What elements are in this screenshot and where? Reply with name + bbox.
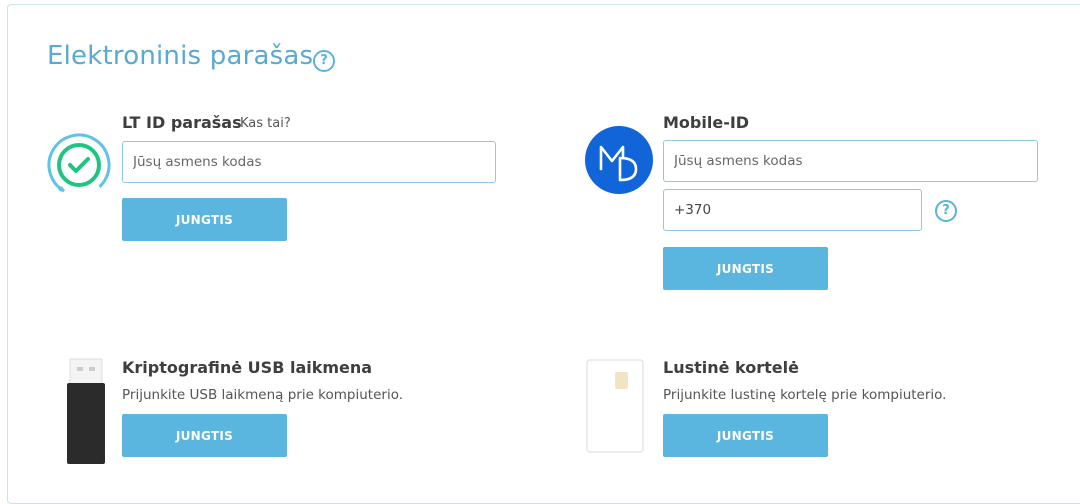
smart-card-icon [586,359,644,453]
what-is-it-link[interactable]: Kas tai? [240,116,291,131]
page-title: Elektroninis parašas [47,41,314,71]
ltid-heading: LT ID parašas [122,113,242,132]
usb-connect-button[interactable]: JUNGTIS [122,414,287,457]
usb-heading: Kriptografinė USB laikmena [122,358,373,377]
mobile-id-heading: Mobile-ID [663,113,750,132]
usb-description: Prijunkite USB laikmeną prie kompiuterio… [122,387,404,403]
ltid-personal-code-input[interactable] [122,141,496,183]
mobile-id-logo [585,126,653,194]
smartcard-heading: Lustinė kortelė [663,358,799,377]
ltid-connect-button[interactable]: JUNGTIS [122,198,287,241]
question-circle-icon[interactable]: ? [935,200,957,222]
usb-token-icon [67,358,105,464]
mobile-id-phone-input[interactable] [663,189,922,231]
lt-id-check-icon [47,133,111,197]
question-circle-icon[interactable]: ? [313,50,335,72]
smartcard-connect-button[interactable]: JUNGTIS [663,414,828,457]
mobile-id-connect-button[interactable]: JUNGTIS [663,247,828,290]
smartcard-description: Prijunkite lustinę kortelę prie kompiute… [663,387,947,403]
mobile-id-personal-code-input[interactable] [663,140,1038,182]
